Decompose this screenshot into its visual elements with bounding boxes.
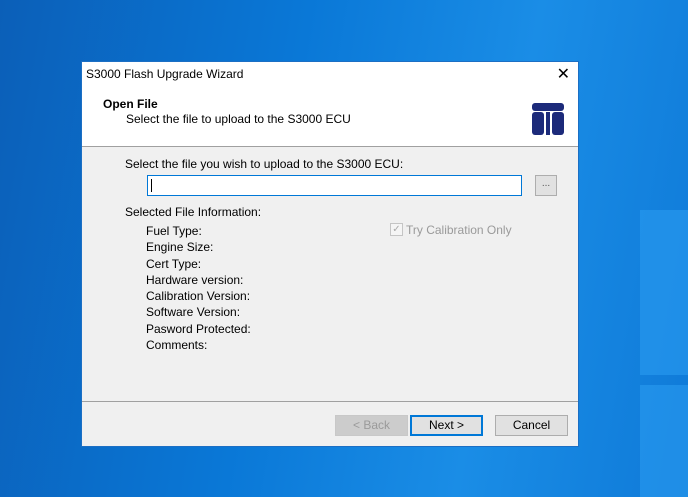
browse-button[interactable]: ... bbox=[535, 175, 557, 196]
footer-divider bbox=[82, 401, 578, 402]
file-path-input[interactable] bbox=[147, 175, 522, 196]
page-subtitle: Select the file to upload to the S3000 E… bbox=[126, 112, 351, 126]
info-heading: Selected File Information: bbox=[125, 205, 262, 219]
try-calibration-label[interactable]: Try Calibration Only bbox=[406, 223, 512, 237]
logo-icon bbox=[532, 103, 564, 135]
cancel-button[interactable]: Cancel bbox=[495, 415, 568, 436]
try-calibration-checkbox[interactable]: ✓ bbox=[390, 223, 403, 236]
wizard-dialog: S3000 Flash Upgrade Wizard ✕ Open File S… bbox=[81, 61, 579, 447]
info-field-label: Engine Size: bbox=[146, 240, 214, 255]
info-field-label: Calibration Version: bbox=[146, 289, 251, 304]
info-field-label: Cert Type: bbox=[146, 256, 202, 271]
info-field-label: Hardware version: bbox=[146, 272, 244, 287]
wizard-header: Open File Select the file to upload to t… bbox=[82, 86, 578, 147]
page-title: Open File bbox=[103, 97, 158, 111]
info-field-label: Comments: bbox=[146, 338, 208, 353]
desktop-pane bbox=[640, 210, 688, 375]
close-icon[interactable]: ✕ bbox=[557, 64, 570, 84]
desktop-pane bbox=[640, 385, 688, 497]
next-button[interactable]: Next > bbox=[410, 415, 483, 436]
back-button[interactable]: < Back bbox=[335, 415, 408, 436]
window-title: S3000 Flash Upgrade Wizard bbox=[86, 67, 244, 81]
info-field-label: Pasword Protected: bbox=[146, 321, 251, 336]
info-field-label: Software Version: bbox=[146, 305, 241, 320]
file-prompt: Select the file you wish to upload to th… bbox=[125, 157, 404, 171]
info-fields: Fuel Type: Engine Size: Cert Type: Hardw… bbox=[146, 223, 251, 353]
info-field-label: Fuel Type: bbox=[146, 224, 202, 238]
title-bar: S3000 Flash Upgrade Wizard ✕ bbox=[82, 62, 578, 86]
